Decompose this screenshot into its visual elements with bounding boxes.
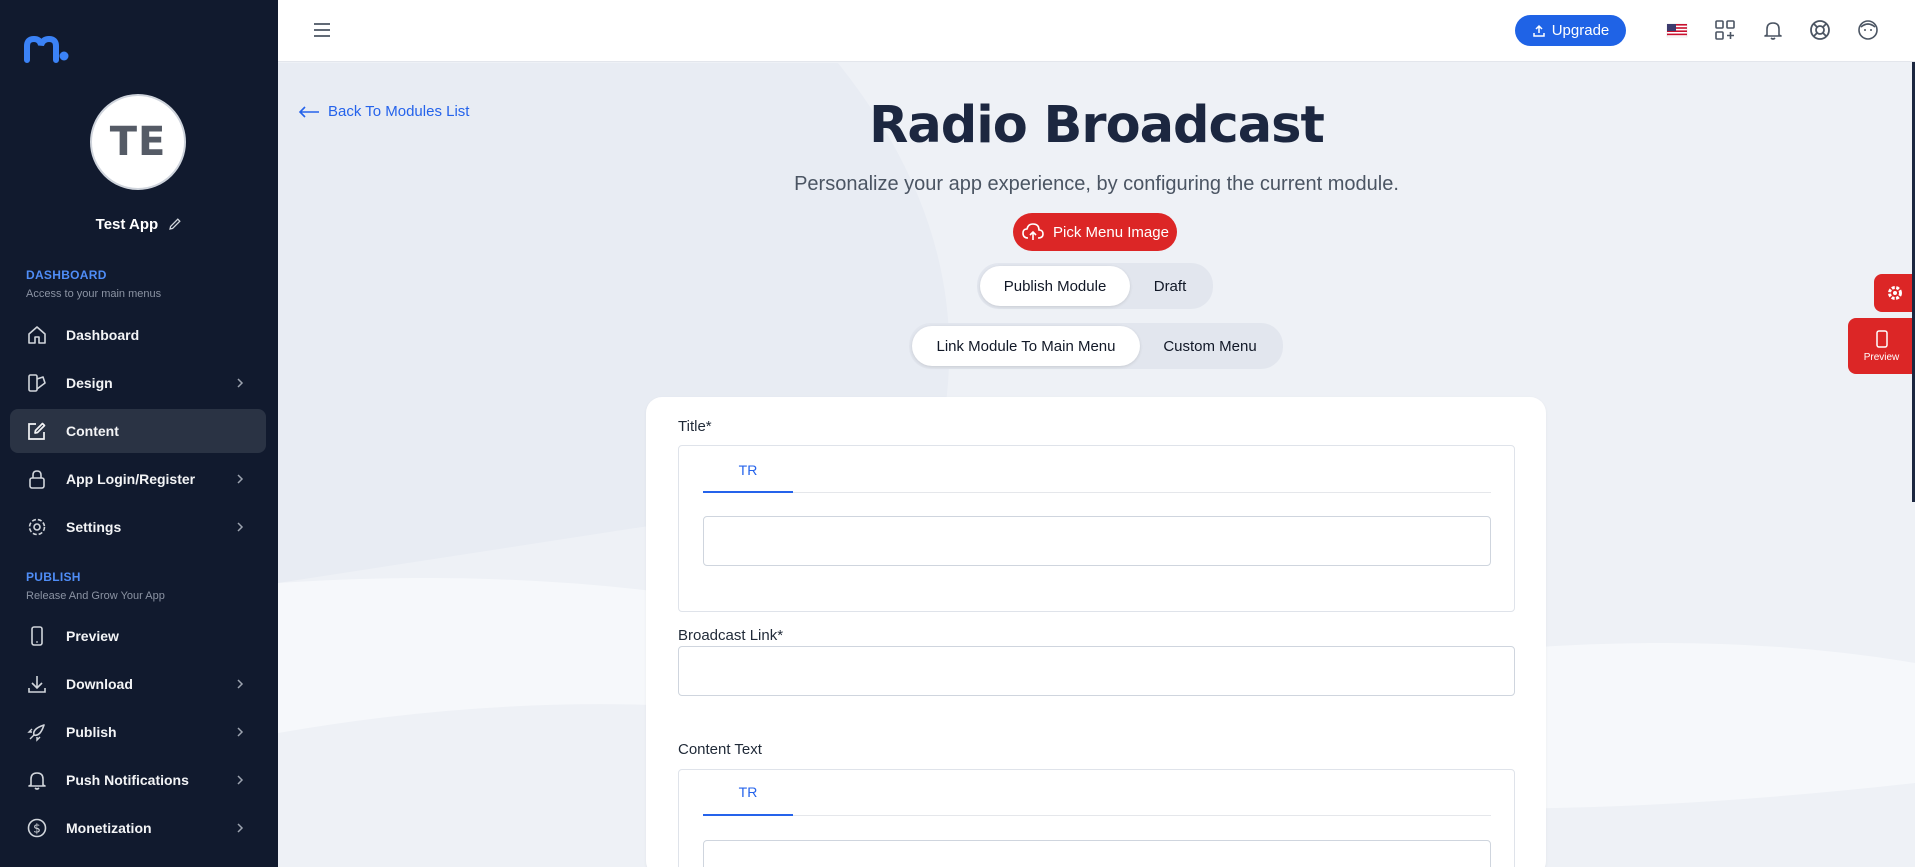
dollar-icon: $ <box>27 818 47 838</box>
title-field-label: Title* <box>678 418 712 435</box>
upgrade-button[interactable]: Upgrade <box>1515 15 1626 46</box>
active-tab-indicator <box>703 491 793 493</box>
lock-icon <box>29 470 45 489</box>
palette-icon <box>28 374 46 392</box>
chevron-right-icon <box>237 474 244 484</box>
sidebar-item-label: Publish <box>66 724 117 740</box>
hamburger-menu-icon[interactable] <box>312 20 332 40</box>
app-avatar: TE <box>90 94 186 190</box>
floating-preview-label: Preview <box>1863 351 1900 363</box>
broadcast-link-input[interactable] <box>678 646 1515 696</box>
gear-icon <box>1887 286 1902 300</box>
sidebar-item-label: Push Notifications <box>66 772 189 788</box>
home-icon <box>28 326 46 344</box>
phone-icon <box>31 626 43 646</box>
content-language-box: TR <box>678 769 1515 867</box>
sidebar-item-label: Settings <box>66 519 122 535</box>
content-text-input[interactable] <box>703 840 1491 867</box>
sidebar-item-label: App Login/Register <box>66 471 196 487</box>
sidebar-item-label: Content <box>66 423 119 439</box>
download-icon <box>28 676 46 693</box>
chevron-right-icon <box>237 823 244 833</box>
sidebar-item-monetization[interactable]: $ Monetization <box>10 806 266 850</box>
sidebar-item-content[interactable]: Content <box>10 409 266 453</box>
brand-logo-icon[interactable] <box>24 34 70 64</box>
active-tab-indicator <box>703 814 793 816</box>
sidebar-item-publish[interactable]: Publish <box>10 710 266 754</box>
page-subtitle: Personalize your app experience, by conf… <box>794 173 1399 195</box>
sidebar-item-download[interactable]: Download <box>10 662 266 706</box>
us-flag-icon[interactable] <box>1665 18 1689 42</box>
upgrade-label: Upgrade <box>1551 22 1610 39</box>
app-name-label: Test App <box>95 216 159 233</box>
custom-menu-option[interactable]: Custom Menu <box>1140 326 1280 366</box>
dashboard-section-title: DASHBOARD <box>26 268 107 282</box>
top-bar: Upgrade <box>278 0 1915 62</box>
pick-menu-image-label: Pick Menu Image <box>1053 223 1169 241</box>
apps-icon[interactable] <box>1713 18 1737 42</box>
chevron-right-icon <box>237 522 244 532</box>
sidebar-item-push-notifications[interactable]: Push Notifications <box>10 758 266 802</box>
menu-link-toggle: Link Module To Main Menu Custom Menu <box>909 323 1283 369</box>
tab-divider <box>703 815 1491 816</box>
sidebar-item-dashboard[interactable]: Dashboard <box>10 313 266 357</box>
publish-status-toggle: Publish Module Draft <box>977 263 1213 309</box>
sidebar: TE Test App DASHBOARD Access to your mai… <box>0 0 278 867</box>
draft-option[interactable]: Draft <box>1130 266 1210 306</box>
title-tab-tr[interactable]: TR <box>703 462 793 478</box>
svg-text:$: $ <box>33 822 41 836</box>
content-tab-tr[interactable]: TR <box>703 784 793 800</box>
dashboard-section-subtitle: Access to your main menus <box>26 288 162 300</box>
publish-section-title: PUBLISH <box>26 570 81 584</box>
bell-icon <box>28 772 46 790</box>
chevron-right-icon <box>237 679 244 689</box>
chevron-right-icon <box>237 775 244 785</box>
gear-icon <box>28 518 46 536</box>
bell-icon[interactable] <box>1761 18 1785 42</box>
publish-section-subtitle: Release And Grow Your App <box>26 590 165 602</box>
phone-icon <box>1875 329 1888 348</box>
user-avatar-icon[interactable] <box>1856 18 1880 42</box>
title-language-box: TR <box>678 445 1515 612</box>
app-name[interactable]: Test App <box>0 216 278 233</box>
broadcast-link-label: Broadcast Link* <box>678 627 784 644</box>
rocket-icon <box>27 724 45 742</box>
edit-icon <box>28 422 46 440</box>
floating-preview-button[interactable]: Preview <box>1848 318 1915 374</box>
sidebar-item-design[interactable]: Design <box>10 361 266 405</box>
sidebar-item-label: Design <box>66 375 113 391</box>
chevron-right-icon <box>237 378 244 388</box>
floating-settings-button[interactable] <box>1874 274 1915 312</box>
tab-divider <box>703 492 1491 493</box>
sidebar-item-settings[interactable]: Settings <box>10 505 266 549</box>
link-main-menu-option[interactable]: Link Module To Main Menu <box>912 326 1140 366</box>
title-input[interactable] <box>703 516 1491 566</box>
publish-module-option[interactable]: Publish Module <box>980 266 1130 306</box>
sidebar-item-label: Dashboard <box>66 327 140 343</box>
sidebar-item-app-login-register[interactable]: App Login/Register <box>10 457 266 501</box>
support-icon[interactable] <box>1808 18 1832 42</box>
pencil-icon[interactable] <box>168 217 182 231</box>
page-title: Radio Broadcast <box>869 96 1325 155</box>
chevron-right-icon <box>237 727 244 737</box>
pick-menu-image-button[interactable]: Pick Menu Image <box>1013 213 1177 251</box>
sidebar-item-label: Preview <box>66 628 119 644</box>
sidebar-item-label: Download <box>66 676 133 692</box>
sidebar-item-label: Monetization <box>66 820 152 836</box>
upload-icon <box>1532 24 1545 37</box>
sidebar-item-preview[interactable]: Preview <box>10 614 266 658</box>
module-form-card: Title* TR Broadcast Link* Content Text T… <box>646 397 1546 867</box>
content-text-label: Content Text <box>678 741 762 758</box>
cloud-upload-icon <box>1022 223 1044 240</box>
